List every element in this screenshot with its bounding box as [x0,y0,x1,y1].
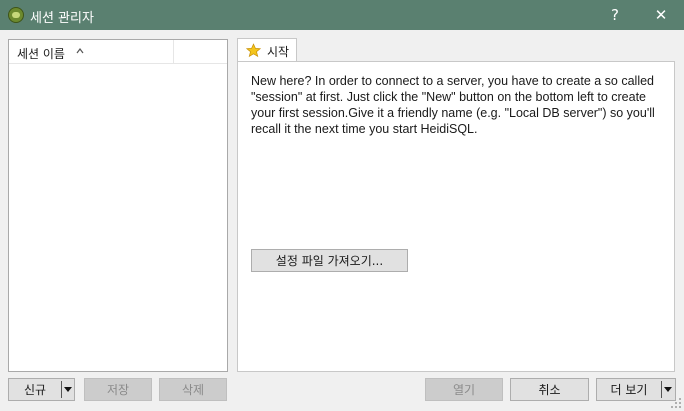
chevron-down-icon [64,387,72,392]
new-button-label: 신규 [23,383,47,397]
more-button-label: 더 보기 [610,383,648,397]
tab-start[interactable]: 시작 [237,38,297,62]
open-button[interactable]: 열기 [425,378,503,401]
heidisql-logo-icon [8,7,24,23]
column-header-label: 세션 이름 [17,47,65,61]
welcome-text: New here? In order to connect to a serve… [251,74,655,136]
save-button[interactable]: 저장 [84,378,152,401]
window-title: 세션 관리자 [30,11,94,26]
session-tree[interactable]: 세션 이름 [8,39,228,372]
resize-grip-icon[interactable] [670,397,682,409]
star-icon [246,43,261,58]
new-dropdown-arrow[interactable] [62,379,74,400]
import-settings-button[interactable]: 설정 파일 가져오기... [251,249,408,272]
more-button[interactable]: 더 보기 [596,378,676,401]
new-button[interactable]: 신규 [8,378,75,401]
tab-label: 시작 [267,45,290,59]
title-bar[interactable]: 세션 관리자 ? ✕ [0,0,684,30]
chevron-down-icon [664,387,672,392]
start-tab-panel: New here? In order to connect to a serve… [237,61,675,372]
session-name-column-header[interactable]: 세션 이름 [9,40,227,64]
delete-button[interactable]: 삭제 [159,378,227,401]
cancel-button[interactable]: 취소 [510,378,589,401]
close-button[interactable]: ✕ [638,0,684,30]
column-divider[interactable] [173,40,174,64]
help-button[interactable]: ? [592,0,638,30]
sort-ascending-icon [76,48,84,54]
